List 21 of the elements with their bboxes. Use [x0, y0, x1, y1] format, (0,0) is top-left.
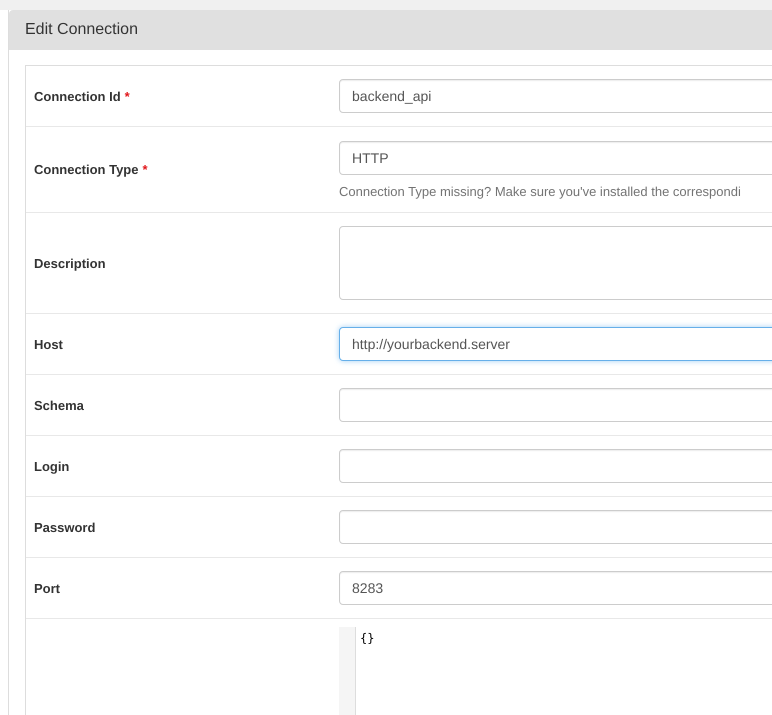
input-field[interactable]: [339, 388, 772, 422]
required-mark: *: [124, 88, 130, 104]
input-field[interactable]: http://yourbackend.server: [339, 327, 772, 361]
field-label: Connection Id: [34, 88, 121, 104]
input-field[interactable]: 8283: [339, 571, 772, 605]
input-field[interactable]: [339, 510, 772, 544]
required-mark: *: [142, 162, 148, 177]
field-label: Host: [34, 336, 63, 352]
input-field[interactable]: [339, 449, 772, 483]
panel-title: Edit Connection: [25, 21, 138, 39]
field-label: Port: [34, 580, 60, 596]
field-label: Connection Type: [34, 162, 138, 177]
field-label: Description: [34, 256, 106, 270]
help-text: Connection Type missing? Make sure you've installed the correspondi: [339, 184, 742, 198]
field-label: Schema: [34, 398, 84, 412]
code-text[interactable]: {}: [356, 627, 378, 715]
field-label: Login: [34, 458, 70, 474]
field-label: Password: [34, 520, 96, 534]
input-field[interactable]: HTTP: [339, 140, 772, 174]
description-field[interactable]: [339, 226, 772, 300]
input-field[interactable]: backend_api: [339, 79, 772, 113]
